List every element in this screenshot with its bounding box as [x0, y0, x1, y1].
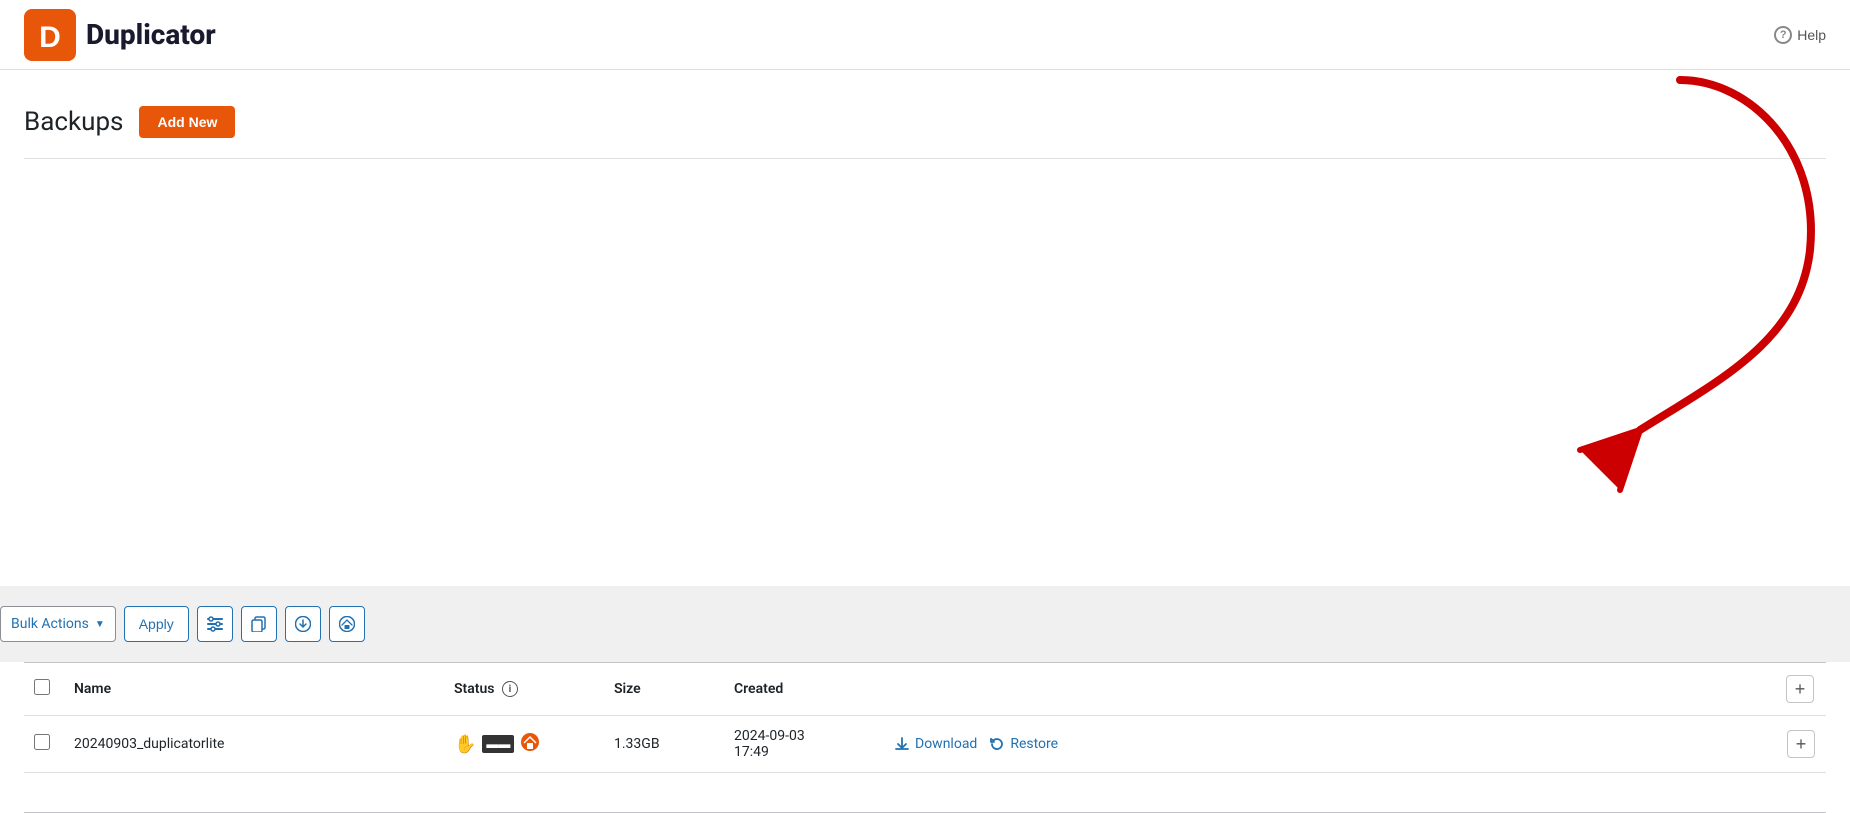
svg-text:D: D [39, 21, 61, 54]
duplicator-logo-icon: D [24, 9, 76, 61]
expand-column-header[interactable]: + [1776, 663, 1826, 716]
page-title: Backups [24, 107, 123, 137]
download-icon [295, 616, 311, 632]
actions-column-header [884, 663, 1776, 716]
filter-button[interactable] [197, 606, 233, 642]
status-icons-group: ✋ ▬▬ [454, 733, 594, 756]
actions-cell: Download Restore [894, 736, 1766, 752]
backup-name: 20240903_duplicatorlite [74, 736, 224, 752]
select-all-header [24, 663, 64, 716]
backup-size: 1.33GB [614, 736, 660, 752]
download-all-button[interactable] [285, 606, 321, 642]
status-info-icon[interactable]: i [502, 681, 518, 697]
copy-button[interactable] [241, 606, 277, 642]
page-title-area: Backups Add New [24, 90, 1826, 159]
select-all-checkbox[interactable] [34, 679, 50, 695]
restore-button[interactable]: Restore [989, 736, 1058, 752]
home-button[interactable] [329, 606, 365, 642]
hand-stop-icon: ✋ [454, 734, 476, 755]
apply-button[interactable]: Apply [124, 606, 189, 642]
created-time: 17:49 [734, 744, 874, 760]
bulk-actions-dropdown[interactable]: Bulk Actions ▼ [0, 606, 116, 642]
created-date: 2024-09-03 [734, 728, 874, 744]
empty-row [24, 773, 1826, 813]
help-circle-icon: ? [1774, 26, 1792, 44]
row-expand-button[interactable]: + [1787, 730, 1815, 758]
help-label: Help [1797, 27, 1826, 43]
empty-cell [24, 773, 1826, 813]
filter-icon [207, 616, 223, 632]
logo-text: Duplicator [86, 18, 216, 51]
backup-name-cell: 20240903_duplicatorlite [64, 716, 444, 773]
status-cell: ✋ ▬▬ [444, 716, 604, 773]
bulk-actions-label: Bulk Actions [11, 616, 89, 632]
toolbar-area: Bulk Actions ▼ Apply [0, 586, 1850, 662]
logo-area: D Duplicator [24, 9, 216, 61]
created-cell: 2024-09-03 17:49 [724, 716, 884, 773]
restore-label: Restore [1010, 736, 1058, 752]
copy-icon [251, 616, 267, 632]
download-button[interactable]: Download [894, 736, 977, 752]
home-icon [339, 616, 355, 632]
created-column-header: Created [724, 663, 884, 716]
size-cell: 1.33GB [604, 716, 724, 773]
row-checkbox-cell [24, 716, 64, 773]
size-column-header: Size [604, 663, 724, 716]
backups-table: Name Status i Size Created + [24, 662, 1826, 813]
name-column-header: Name [64, 663, 444, 716]
main-content: Backups Add New [0, 70, 1850, 586]
add-new-button[interactable]: Add New [139, 106, 235, 138]
home-status-icon [520, 733, 540, 756]
download-action-icon [894, 736, 910, 752]
dropdown-arrow-icon: ▼ [95, 619, 105, 630]
database-icon: ▬▬ [482, 735, 514, 753]
table-header-row: Name Status i Size Created + [24, 663, 1826, 716]
restore-icon [989, 736, 1005, 752]
help-button[interactable]: ? Help [1774, 26, 1826, 44]
table-row: 20240903_duplicatorlite ✋ ▬▬ [24, 716, 1826, 773]
table-wrapper: Name Status i Size Created + [0, 662, 1850, 813]
download-label: Download [915, 736, 977, 752]
add-column-button[interactable]: + [1786, 675, 1814, 703]
action-buttons-cell: Download Restore [884, 716, 1776, 773]
row-checkbox[interactable] [34, 734, 50, 750]
row-expand-cell: + [1776, 716, 1826, 773]
status-column-header: Status i [444, 663, 604, 716]
